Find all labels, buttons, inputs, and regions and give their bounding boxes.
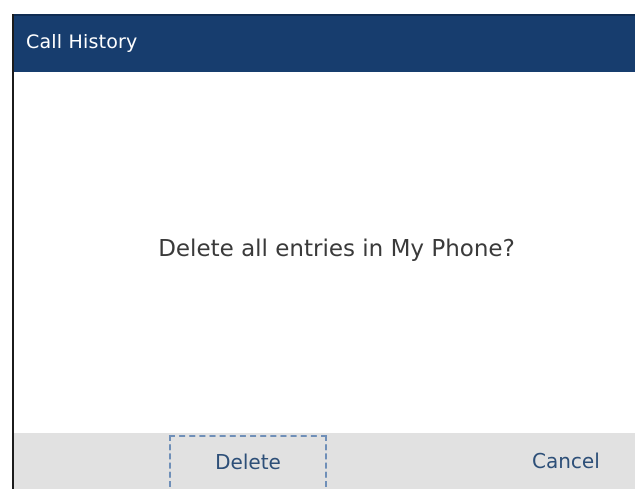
phone-screen: Call History Delete all entries in My Ph… [12, 14, 635, 489]
confirmation-dialog: Delete all entries in My Phone? [14, 72, 635, 433]
softkey-bar: Delete Cancel [14, 433, 635, 489]
page-title: Call History [26, 31, 138, 53]
cancel-button-label: Cancel [532, 449, 600, 473]
delete-button[interactable]: Delete [169, 435, 327, 487]
delete-button-label: Delete [215, 450, 281, 474]
confirmation-message: Delete all entries in My Phone? [158, 236, 515, 262]
cancel-button[interactable]: Cancel [494, 435, 635, 487]
title-bar: Call History [14, 14, 635, 72]
